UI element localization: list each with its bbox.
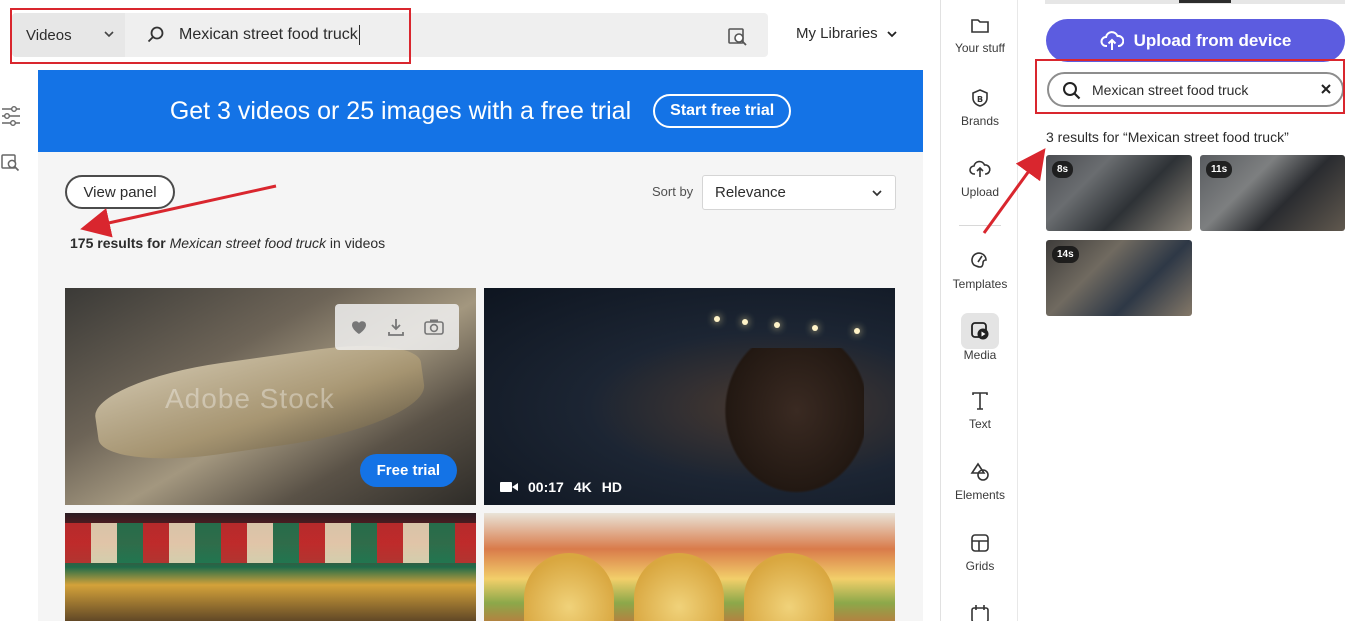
tile-image-lights: [714, 316, 884, 334]
chevron-down-icon: [104, 31, 114, 38]
elements-icon: [970, 462, 989, 481]
nav-label: Templates: [952, 277, 1008, 291]
download-icon[interactable]: [386, 317, 406, 337]
tile-image-taco: [524, 553, 614, 621]
stock-search-bar: Videos Mexican street food truck: [12, 13, 768, 57]
stock-left-rail: [0, 70, 38, 621]
upload-label: Upload from device: [1133, 30, 1292, 50]
asset-type-dropdown[interactable]: Videos: [12, 13, 125, 57]
video-quality-4k: 4K: [573, 479, 592, 495]
nav-label: Your stuff: [954, 41, 1006, 55]
templates-icon: [971, 252, 987, 268]
start-free-trial-button[interactable]: Start free trial: [653, 94, 792, 128]
sort-by-label: Sort by: [652, 184, 694, 199]
thumb-duration: 14s: [1052, 246, 1079, 263]
video-camera-icon: [500, 482, 518, 492]
result-tile[interactable]: [65, 513, 476, 621]
nav-upload[interactable]: Upload: [941, 159, 1019, 199]
results-count: 175 results for Mexican street food truc…: [70, 235, 385, 251]
clear-search-icon[interactable]: [1319, 82, 1333, 96]
visual-search-camera-icon[interactable]: [423, 318, 445, 336]
nav-templates[interactable]: Templates: [941, 249, 1019, 291]
nav-label: Grids: [965, 559, 995, 573]
nav-elements[interactable]: Elements: [941, 462, 1019, 502]
text-icon: [972, 392, 988, 410]
nav-media[interactable]: Media: [941, 320, 1019, 362]
chevron-down-icon: [887, 30, 897, 37]
thumb-duration: 8s: [1052, 161, 1074, 178]
heart-icon[interactable]: [349, 318, 369, 336]
result-tile[interactable]: 00:17 4K HD: [484, 288, 895, 505]
search-icon: [1063, 82, 1081, 100]
free-trial-button[interactable]: Free trial: [359, 454, 457, 487]
tile-image-person: [714, 348, 864, 505]
nav-text[interactable]: Text: [941, 391, 1019, 431]
video-quality-hd: HD: [601, 479, 622, 495]
nav-grids[interactable]: Grids: [941, 533, 1019, 573]
nav-your-stuff[interactable]: Your stuff: [941, 17, 1019, 55]
upload-cloud-icon: [1100, 30, 1124, 50]
stock-results-area: Get 3 videos or 25 images with a free tr…: [38, 70, 923, 621]
tile-image-taco: [744, 553, 834, 621]
chevron-down-icon: [872, 190, 882, 197]
media-panel: Upload from device Mexican street food t…: [1019, 0, 1363, 621]
media-thumbnail[interactable]: 14s: [1046, 240, 1192, 316]
results-count-number: 175 results for: [70, 235, 166, 251]
results-query: Mexican street food truck: [169, 235, 327, 251]
nav-label: Brands: [960, 114, 1000, 128]
panel-tab-strip: [1045, 0, 1345, 4]
thumb-duration: 11s: [1206, 161, 1233, 178]
visual-search-icon[interactable]: [727, 27, 749, 47]
nav-label: Elements: [954, 488, 1006, 502]
result-tile[interactable]: Adobe Stock Free trial: [65, 288, 476, 505]
stock-browser: Videos Mexican street food truck My Libr…: [0, 0, 940, 621]
free-trial-banner: Get 3 videos or 25 images with a free tr…: [38, 70, 923, 152]
upload-from-device-button[interactable]: Upload from device: [1046, 19, 1345, 62]
grids-icon: [971, 534, 989, 552]
nav-brands[interactable]: B Brands: [941, 88, 1019, 128]
nav-divider: [959, 225, 1001, 226]
nav-more[interactable]: [941, 604, 1019, 621]
stock-top-bar: Videos Mexican street food truck My Libr…: [0, 0, 940, 70]
my-libraries-label: My Libraries: [796, 25, 878, 42]
nav-label: Text: [968, 417, 991, 431]
media-search-field[interactable]: Mexican street food truck: [1047, 72, 1344, 107]
video-duration: 00:17: [528, 479, 564, 495]
folder-icon: [971, 19, 989, 33]
sort-dropdown[interactable]: Relevance: [702, 175, 896, 210]
tile-image-taco: [634, 553, 724, 621]
nav-label: Upload: [960, 185, 1000, 199]
media-icon: [971, 322, 989, 340]
upload-cloud-icon: [969, 160, 991, 177]
asset-type-label: Videos: [26, 26, 72, 44]
result-tile[interactable]: [484, 513, 895, 621]
visual-search-rail-icon[interactable]: [1, 154, 21, 174]
video-meta: 00:17 4K HD: [500, 479, 622, 495]
panel-tab-indicator: [1179, 0, 1231, 3]
search-icon: [147, 26, 164, 43]
media-search-input[interactable]: Mexican street food truck: [1092, 82, 1248, 98]
tile-actions: [335, 304, 459, 350]
calendar-icon: [971, 605, 989, 621]
promo-text: Get 3 videos or 25 images with a free tr…: [169, 96, 632, 125]
brand-icon: B: [972, 89, 988, 107]
stock-watermark: Adobe Stock: [165, 383, 335, 414]
sort-value: Relevance: [715, 184, 786, 201]
nav-label: Media: [963, 348, 997, 362]
panel-results-count: 3 results for “Mexican street food truck…: [1046, 129, 1289, 145]
results-suffix: in videos: [329, 235, 386, 251]
tile-image-market-awning: [65, 523, 476, 563]
my-libraries-dropdown[interactable]: My Libraries: [796, 25, 898, 42]
stock-search-input[interactable]: Mexican street food truck: [179, 25, 360, 45]
svg-text:B: B: [977, 95, 983, 104]
media-thumbnail[interactable]: 11s: [1200, 155, 1345, 231]
filters-icon[interactable]: [0, 104, 22, 128]
view-panel-button[interactable]: View panel: [65, 175, 175, 209]
express-side-nav: Your stuff B Brands Upload Templates Med…: [940, 0, 1018, 621]
media-thumbnail[interactable]: 8s: [1046, 155, 1192, 231]
